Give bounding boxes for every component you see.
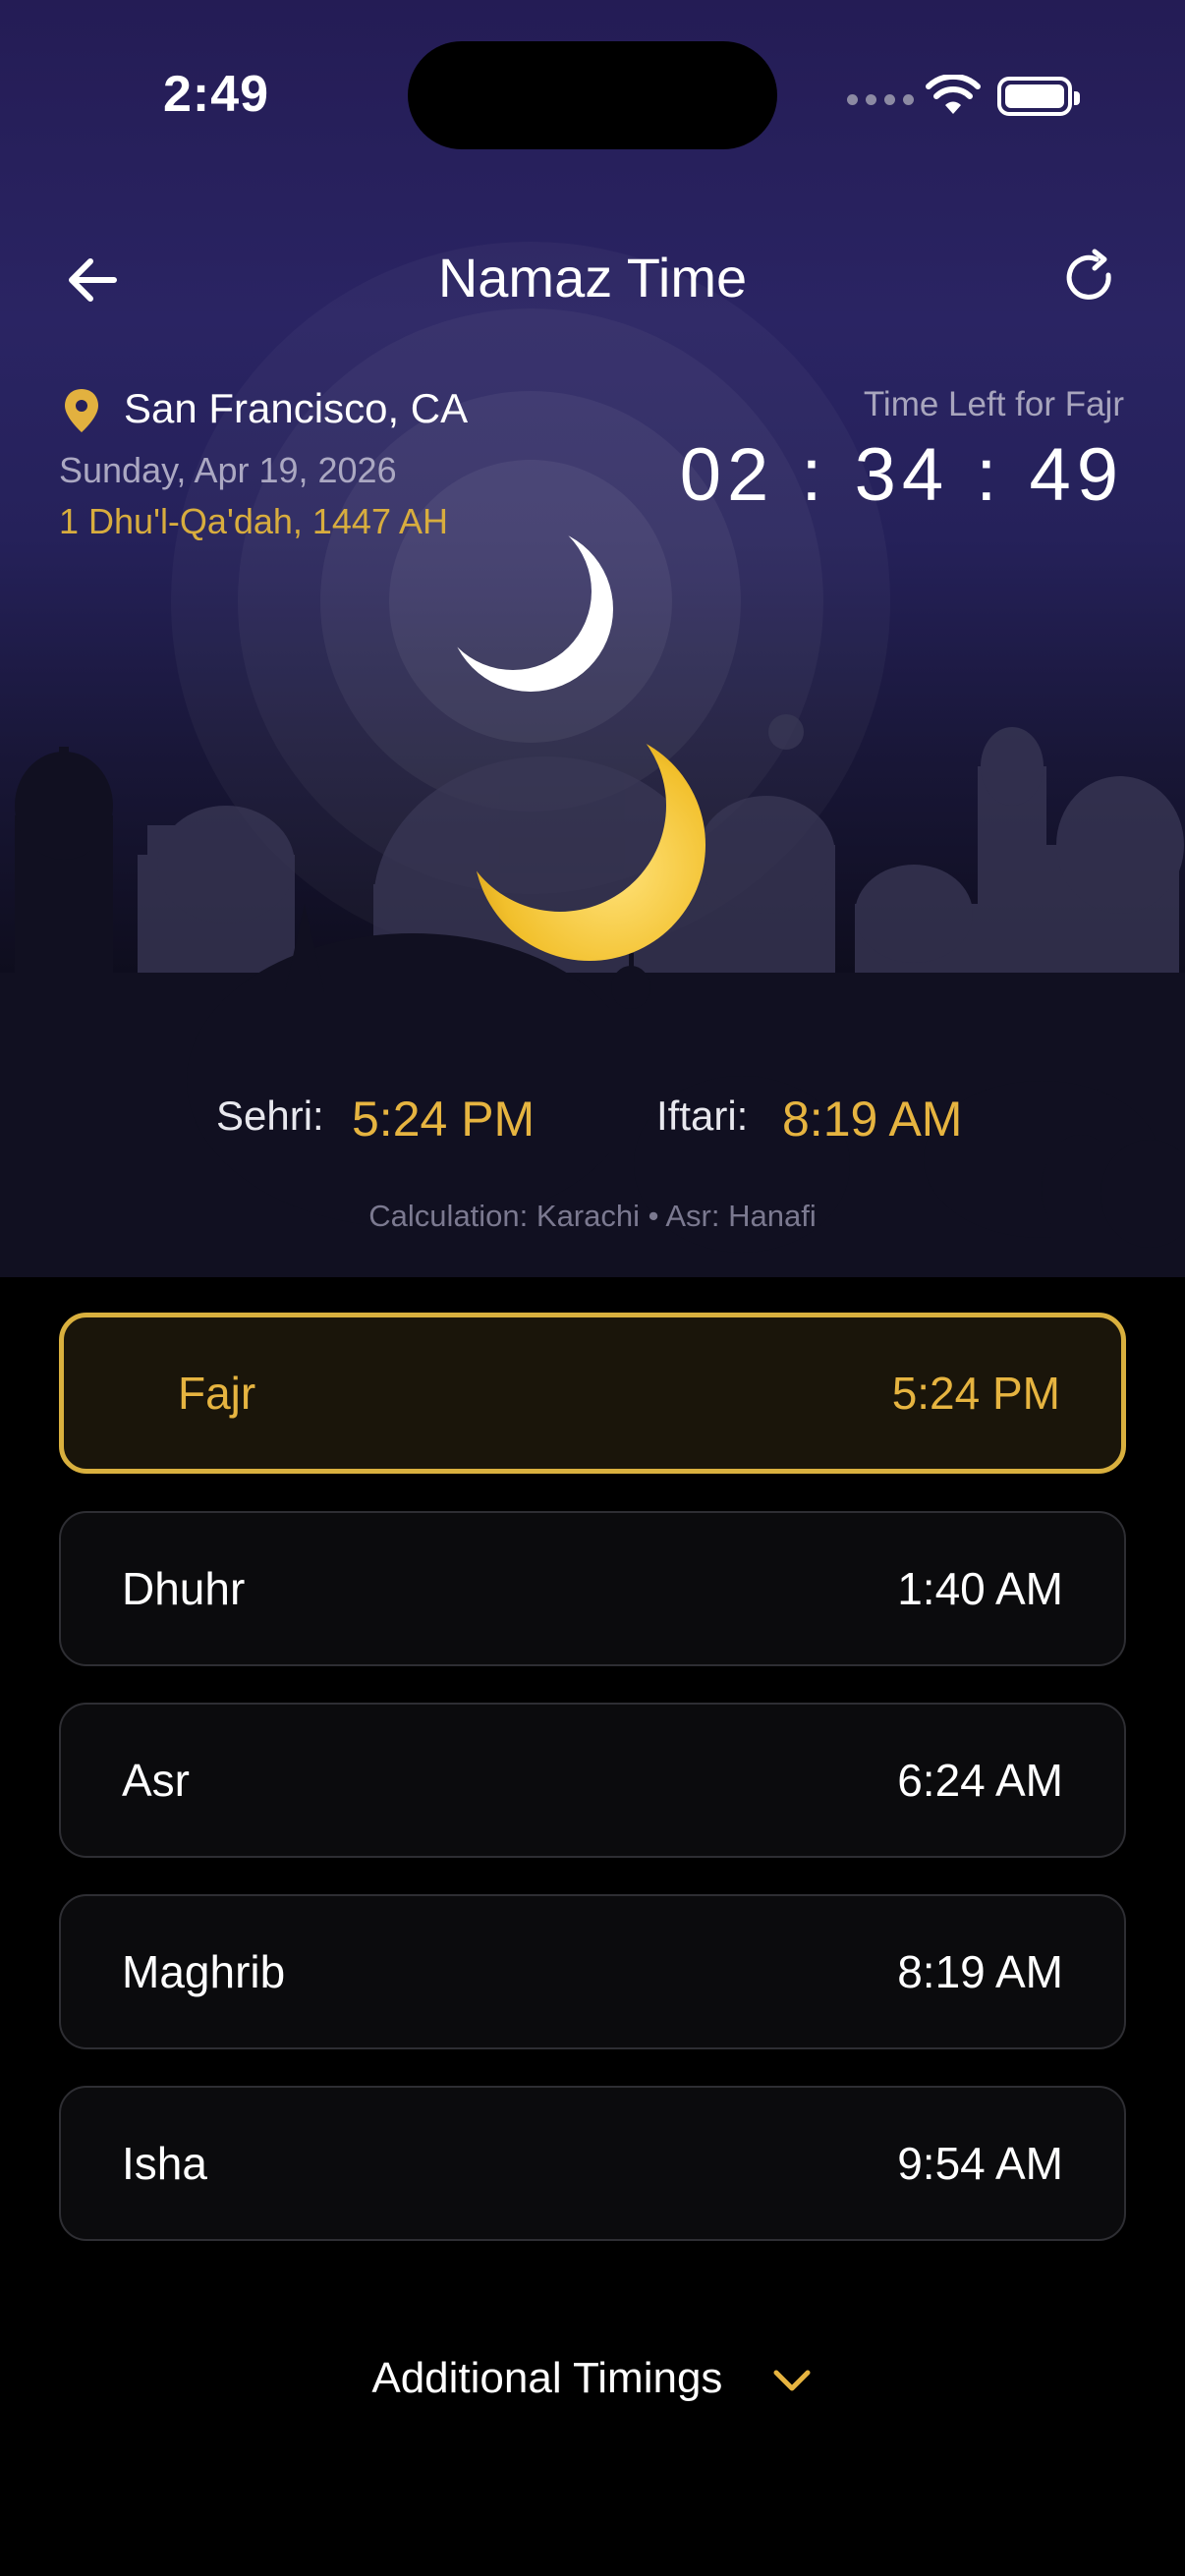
calculation-method: Calculation: Karachi • Asr: Hanafi [368,1199,817,1233]
additional-timings-label: Additional Timings [371,2354,723,2402]
status-time: 2:49 [163,66,270,123]
sehri-label: Sehri: [216,1092,324,1139]
refresh-icon[interactable] [1057,246,1126,314]
countdown-label: Time Left for Fajr [863,385,1124,423]
prayer-time: 6:24 AM [897,1755,1063,1806]
prayer-name: Dhuhr [122,1563,246,1614]
prayer-card-isha[interactable]: Isha 9:54 AM [59,2086,1126,2241]
location-name: San Francisco, CA [124,385,469,431]
prayer-time: 8:19 AM [897,1946,1063,1997]
prayer-name: Isha [122,2138,207,2189]
prayer-card-maghrib[interactable]: Maghrib 8:19 AM [59,1894,1126,2049]
page-title: Namaz Time [437,247,748,308]
hero-banner: 2:49 Namaz Time San Francisco, CA Sunday… [0,0,1185,1277]
gregorian-date: Sunday, Apr 19, 2026 [59,450,397,490]
prayer-name: Asr [122,1755,190,1806]
battery-icon [997,77,1080,116]
sehri-time: 5:24 PM [352,1092,536,1147]
cellular-signal-icon [847,94,914,105]
prayer-card-dhuhr[interactable]: Dhuhr 1:40 AM [59,1511,1126,1666]
wifi-icon [926,75,981,114]
crescent-moon-white-icon [448,527,613,692]
iftari-label: Iftari: [656,1092,749,1139]
prayer-card-fajr[interactable]: Fajr 5:24 PM [59,1313,1126,1474]
crescent-moon-gold-icon [474,729,705,961]
additional-timings-toggle[interactable]: Additional Timings [0,2354,1185,2403]
prayer-name: Fajr [178,1368,256,1419]
dynamic-island [408,41,777,149]
iftari-time: 8:19 AM [782,1092,963,1147]
chevron-down-icon [773,2370,811,2391]
prayer-name: Maghrib [122,1946,286,1997]
hijri-date: 1 Dhu'l-Qa'dah, 1447 AH [59,501,448,541]
prayer-time: 1:40 AM [897,1563,1063,1614]
prayer-card-asr[interactable]: Asr 6:24 AM [59,1703,1126,1858]
countdown-timer: 02 : 34 : 49 [679,433,1124,517]
location-pin-icon [65,389,98,432]
prayer-time: 5:24 PM [891,1368,1060,1419]
status-bar: 2:49 [0,0,1185,149]
prayer-time: 9:54 AM [897,2138,1063,2189]
